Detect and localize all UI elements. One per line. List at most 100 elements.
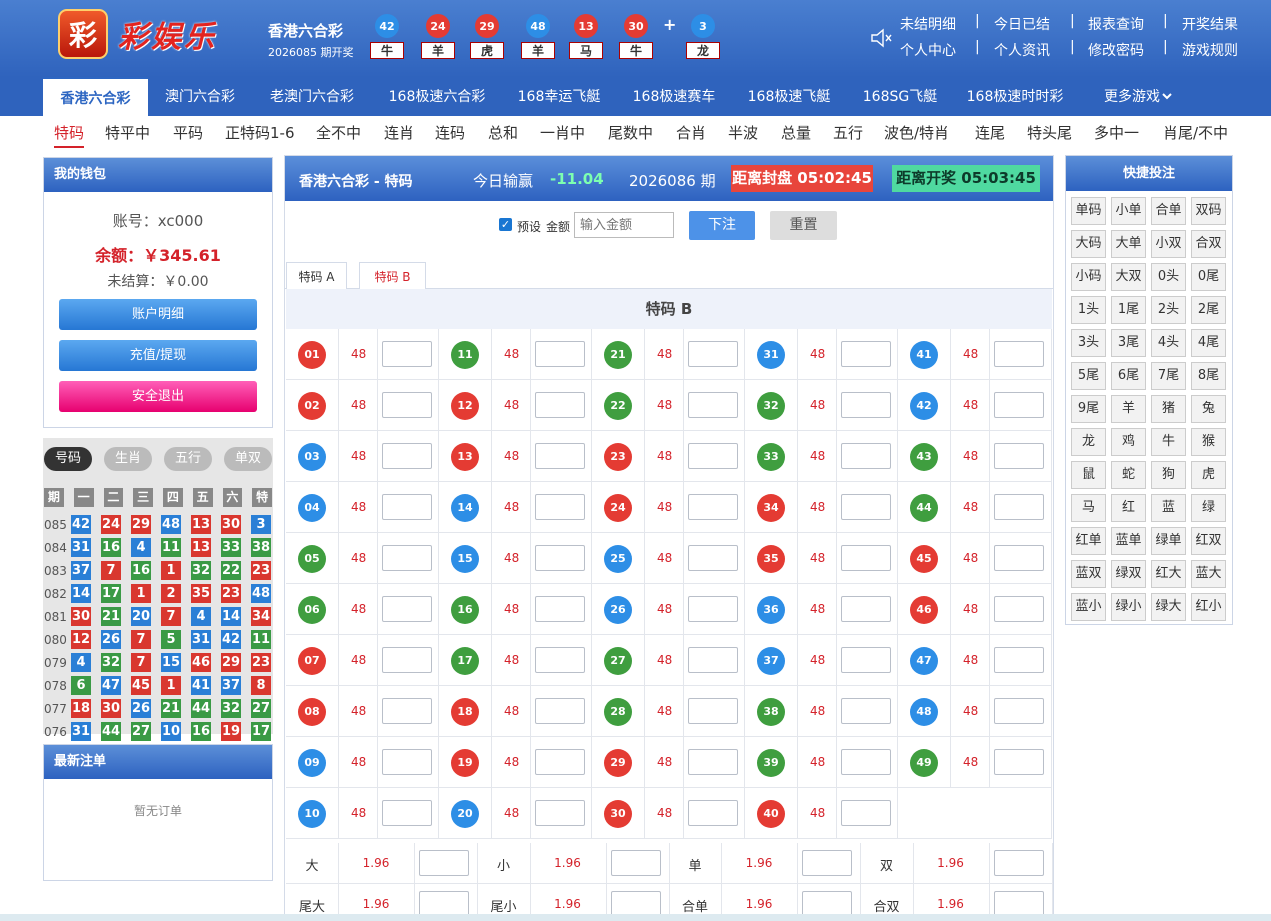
bet-amount-input[interactable] xyxy=(994,698,1044,724)
history-tab-zodiac[interactable]: 生肖 xyxy=(104,447,152,471)
quick-bet-button[interactable]: 猪 xyxy=(1151,395,1186,423)
top-link[interactable]: 个人中心 xyxy=(900,40,956,60)
subnav-item[interactable]: 总量 xyxy=(781,122,811,143)
quick-bet-button[interactable]: 狗 xyxy=(1151,461,1186,489)
subnav-item[interactable]: 半波 xyxy=(728,122,758,143)
bet-amount-input[interactable] xyxy=(841,341,891,367)
history-tab-oddeven[interactable]: 单双 xyxy=(224,447,272,471)
subnav-item[interactable]: 连码 xyxy=(435,122,465,143)
bet-amount-input[interactable] xyxy=(382,341,432,367)
top-link[interactable]: 今日已结 xyxy=(994,14,1050,34)
bet-amount-input[interactable] xyxy=(994,545,1044,571)
quick-bet-button[interactable]: 4尾 xyxy=(1191,329,1226,357)
nav-item[interactable]: 168极速六合彩 xyxy=(374,77,500,116)
quick-bet-button[interactable]: 0尾 xyxy=(1191,263,1226,291)
top-link[interactable]: 报表查询 xyxy=(1088,14,1144,34)
quick-bet-button[interactable]: 牛 xyxy=(1151,428,1186,456)
subnav-item[interactable]: 五行 xyxy=(833,122,863,143)
top-link[interactable]: 开奖结果 xyxy=(1182,14,1238,34)
quick-bet-button[interactable]: 9尾 xyxy=(1071,395,1106,423)
nav-item[interactable]: 老澳门六合彩 xyxy=(253,77,371,116)
site-logo[interactable]: 彩 彩娱乐 xyxy=(58,9,217,59)
bet-amount-input[interactable] xyxy=(535,443,585,469)
quick-bet-button[interactable]: 红 xyxy=(1111,494,1146,522)
bet-amount-input[interactable] xyxy=(382,698,432,724)
bet-amount-input[interactable] xyxy=(535,494,585,520)
bet-amount-input[interactable] xyxy=(535,392,585,418)
quick-bet-button[interactable]: 小码 xyxy=(1071,263,1106,291)
quick-bet-button[interactable]: 龙 xyxy=(1071,428,1106,456)
speaker-mute-icon[interactable] xyxy=(870,27,894,53)
quick-bet-button[interactable]: 大码 xyxy=(1071,230,1106,258)
preset-checkbox[interactable]: ✓ xyxy=(499,218,512,231)
quick-bet-button[interactable]: 双码 xyxy=(1191,197,1226,225)
quick-bet-button[interactable]: 蓝单 xyxy=(1111,527,1146,555)
top-link[interactable]: 个人资讯 xyxy=(994,40,1050,60)
quick-bet-button[interactable]: 5尾 xyxy=(1071,362,1106,390)
nav-item[interactable]: 澳门六合彩 xyxy=(150,77,250,116)
bet-amount-input[interactable] xyxy=(688,392,738,418)
bet-amount-input[interactable] xyxy=(535,341,585,367)
quick-bet-button[interactable]: 红双 xyxy=(1191,527,1226,555)
bet-amount-input[interactable] xyxy=(841,647,891,673)
bet-amount-input[interactable] xyxy=(994,341,1044,367)
quick-bet-button[interactable]: 红小 xyxy=(1191,593,1226,621)
bet-amount-input[interactable] xyxy=(841,749,891,775)
bet-amount-input[interactable] xyxy=(688,647,738,673)
quick-bet-button[interactable]: 合双 xyxy=(1191,230,1226,258)
bet-amount-input[interactable] xyxy=(841,494,891,520)
bet-amount-input[interactable] xyxy=(841,698,891,724)
quick-bet-button[interactable]: 鼠 xyxy=(1071,461,1106,489)
quick-bet-button[interactable]: 马 xyxy=(1071,494,1106,522)
quick-bet-button[interactable]: 蓝双 xyxy=(1071,560,1106,588)
subnav-item[interactable]: 肖尾/不中 xyxy=(1163,122,1228,143)
top-link[interactable]: 游戏规则 xyxy=(1182,40,1238,60)
subnav-item[interactable]: 尾数中 xyxy=(608,122,653,143)
nav-item[interactable]: 168极速赛车 xyxy=(618,77,730,116)
bet-amount-input[interactable] xyxy=(382,443,432,469)
bet-amount-input[interactable] xyxy=(841,443,891,469)
quick-bet-button[interactable]: 1头 xyxy=(1071,296,1106,324)
top-link[interactable]: 未结明细 xyxy=(900,14,956,34)
subnav-item[interactable]: 连尾 xyxy=(975,122,1005,143)
nav-item[interactable]: 168极速飞艇 xyxy=(733,77,845,116)
bet-amount-input[interactable] xyxy=(994,596,1044,622)
bet-amount-input[interactable] xyxy=(688,545,738,571)
reset-button[interactable]: 重置 xyxy=(770,211,837,240)
quick-bet-button[interactable]: 猴 xyxy=(1191,428,1226,456)
quick-bet-button[interactable]: 合单 xyxy=(1151,197,1186,225)
quick-bet-button[interactable]: 红单 xyxy=(1071,527,1106,555)
quick-bet-button[interactable]: 蛇 xyxy=(1111,461,1146,489)
quick-bet-button[interactable]: 兔 xyxy=(1191,395,1226,423)
quick-bet-button[interactable]: 3尾 xyxy=(1111,329,1146,357)
bet-amount-input[interactable] xyxy=(535,800,585,826)
history-tab-element[interactable]: 五行 xyxy=(164,447,212,471)
bet-amount-input[interactable] xyxy=(382,647,432,673)
bet-amount-input[interactable] xyxy=(535,647,585,673)
nav-item[interactable]: 168幸运飞艇 xyxy=(503,77,615,116)
bet-amount-input[interactable] xyxy=(382,494,432,520)
quick-bet-button[interactable]: 小双 xyxy=(1151,230,1186,258)
bet-amount-input[interactable] xyxy=(994,443,1044,469)
quick-bet-button[interactable]: 羊 xyxy=(1111,395,1146,423)
quick-bet-button[interactable]: 2头 xyxy=(1151,296,1186,324)
subnav-item[interactable]: 特头尾 xyxy=(1027,122,1072,143)
quick-bet-button[interactable]: 蓝大 xyxy=(1191,560,1226,588)
bet-amount-input[interactable] xyxy=(841,392,891,418)
quick-bet-button[interactable]: 小单 xyxy=(1111,197,1146,225)
quick-bet-button[interactable]: 6尾 xyxy=(1111,362,1146,390)
subnav-item[interactable]: 波色/特肖 xyxy=(884,122,949,143)
option-amount-input[interactable] xyxy=(610,850,661,876)
nav-item[interactable]: 168SG飞艇 xyxy=(848,77,952,116)
bet-amount-input[interactable] xyxy=(535,749,585,775)
amount-input[interactable] xyxy=(574,212,674,238)
quick-bet-button[interactable]: 8尾 xyxy=(1191,362,1226,390)
subnav-item[interactable]: 一肖中 xyxy=(540,122,585,143)
option-amount-input[interactable] xyxy=(419,850,469,876)
quick-bet-button[interactable]: 虎 xyxy=(1191,461,1226,489)
logout-button[interactable]: 安全退出 xyxy=(59,381,257,412)
quick-bet-button[interactable]: 单码 xyxy=(1071,197,1106,225)
bet-amount-input[interactable] xyxy=(382,392,432,418)
quick-bet-button[interactable]: 4头 xyxy=(1151,329,1186,357)
history-tab-number[interactable]: 号码 xyxy=(44,447,92,471)
